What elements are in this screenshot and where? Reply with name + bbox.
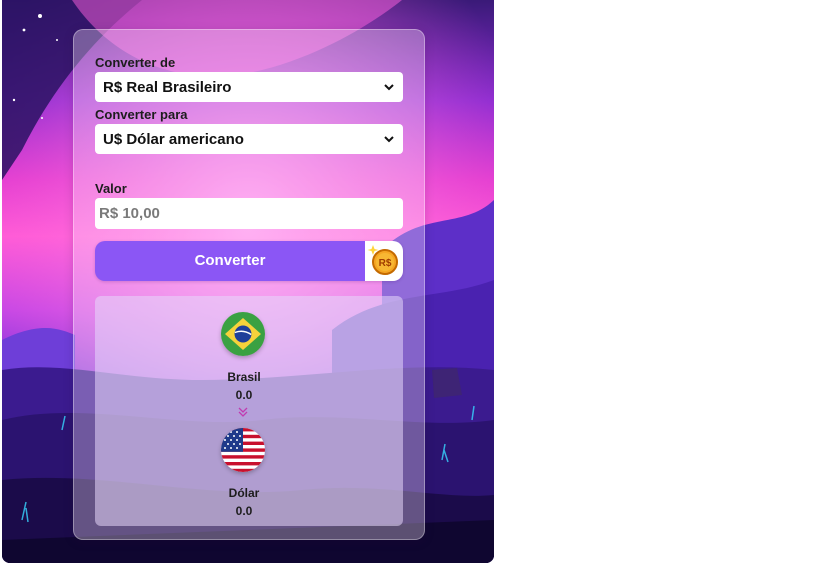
to-currency-value: U$ Dólar americano <box>103 130 244 148</box>
from-currency-label: Converter de <box>95 55 176 70</box>
convert-button[interactable]: Converter R$ <box>95 241 403 281</box>
usa-flag-icon <box>221 428 265 472</box>
converter-card: Converter de R$ Real Brasileiro Converte… <box>73 29 425 540</box>
from-country-name: Brasil <box>227 370 261 384</box>
amount-label: Valor <box>95 181 127 196</box>
double-chevron-down-icon <box>238 407 248 417</box>
from-currency-value: R$ Real Brasileiro <box>103 78 232 96</box>
svg-text:R$: R$ <box>379 258 392 269</box>
amount-input[interactable] <box>95 198 403 229</box>
from-converted-value: 0.0 <box>235 388 253 402</box>
chevron-down-icon <box>384 136 394 143</box>
conversion-result-panel: Brasil 0.0 Dólar 0.0 <box>95 296 403 526</box>
to-currency-select[interactable]: U$ Dólar americano <box>95 124 403 154</box>
brazil-flag-icon <box>221 312 265 356</box>
from-currency-select[interactable]: R$ Real Brasileiro <box>95 72 403 102</box>
to-converted-value: 0.0 <box>235 504 253 518</box>
to-currency-label: Converter para <box>95 107 188 122</box>
chevron-down-icon <box>384 84 394 91</box>
real-coin-icon: R$ <box>365 241 403 281</box>
convert-button-label: Converter <box>194 252 266 269</box>
to-country-name: Dólar <box>228 486 260 500</box>
